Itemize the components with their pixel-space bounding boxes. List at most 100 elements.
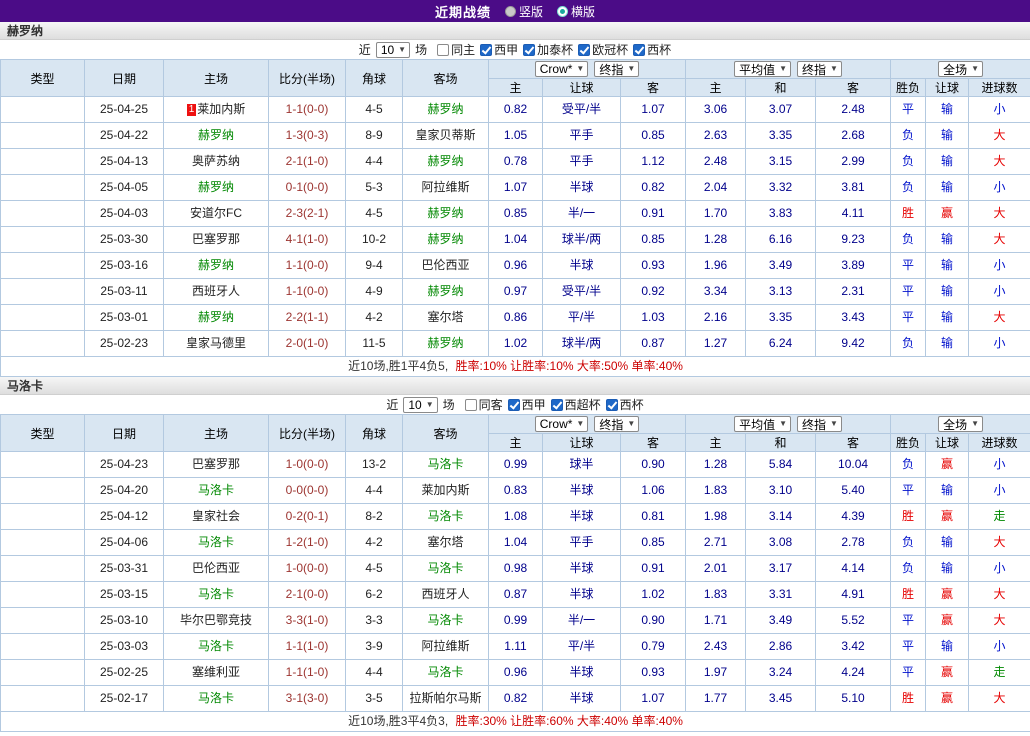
cell-score: 0-0(0-0) xyxy=(268,477,346,504)
radio-selected-icon xyxy=(557,5,568,17)
col-header-score: 比分(半场) xyxy=(268,414,346,452)
cell-score: 1-1(0-0) xyxy=(268,96,346,123)
chevron-down-icon: ▼ xyxy=(971,64,980,73)
avg-group-header: 平均值 ▼ 终指 ▼ xyxy=(685,59,892,79)
cell-avg-draw: 3.17 xyxy=(745,555,817,582)
odds-group-header: Crow* ▼ 终指 ▼ xyxy=(487,414,687,434)
radio-horizontal-label: 横版 xyxy=(571,4,596,19)
final-odds-select[interactable]: 终指 ▼ xyxy=(594,416,640,432)
chevron-down-icon: ▼ xyxy=(971,419,980,428)
col-header-date: 日期 xyxy=(84,414,164,452)
cell-avg-home: 2.71 xyxy=(685,529,747,556)
chevron-down-icon: ▼ xyxy=(398,44,407,54)
col-header-avg-draw: 和 xyxy=(745,433,817,452)
final-odds-select[interactable]: 终指 ▼ xyxy=(797,61,842,77)
average-select-value: 平均值 xyxy=(739,62,776,77)
cell-goals-result: 小 xyxy=(968,451,1030,478)
cell-odds-line: 平手 xyxy=(542,148,621,175)
bookmaker-select[interactable]: Crow* ▼ xyxy=(534,61,589,77)
cell-odds-home: 0.99 xyxy=(488,451,543,478)
bookmaker-select[interactable]: Crow* ▼ xyxy=(534,416,589,432)
cell-league: 西甲 xyxy=(0,581,85,608)
cell-odds-line: 半球 xyxy=(542,659,621,686)
team-name-text: 塞尔塔 xyxy=(427,310,464,324)
cell-league: 西甲 xyxy=(0,555,85,582)
col-header-goals: 进球数 xyxy=(968,78,1030,97)
final-odds-select[interactable]: 终指 ▼ xyxy=(594,61,640,77)
cell-odds-away: 1.07 xyxy=(619,96,687,123)
cell-away-team: 赫罗纳 xyxy=(402,226,489,253)
team-name: 马洛卡 xyxy=(7,379,44,393)
cell-odds-away: 1.02 xyxy=(619,581,687,608)
cell-handicap-result: 输 xyxy=(925,304,970,331)
cell-avg-draw: 3.24 xyxy=(745,659,817,686)
cell-avg-draw: 6.24 xyxy=(745,330,817,357)
cell-home-team: 西班牙人 xyxy=(163,278,269,305)
checkbox-competition[interactable]: 加泰杯 xyxy=(523,41,573,58)
cell-odds-home: 0.99 xyxy=(488,607,543,634)
checkbox-same-away[interactable]: 同客 xyxy=(464,396,503,413)
cell-date: 25-04-05 xyxy=(84,174,164,201)
cell-avg-draw: 3.31 xyxy=(745,581,817,608)
fulltime-select[interactable]: 全场 ▼ xyxy=(938,416,984,432)
checkbox-competition[interactable]: 西杯 xyxy=(633,41,671,58)
checkbox-same-home[interactable]: 同主 xyxy=(437,41,475,58)
team-section-home: 赫罗纳 近 10 ▼ 场 同主 西甲 加泰杯 欧冠杯 西杯 类型 日期 主场 比分(半场… xyxy=(0,22,1030,377)
cell-odds-home: 1.11 xyxy=(488,633,543,660)
results-body: 西甲 25-04-25 1 莱加内斯 1-1(0-0) 4-5 赫罗纳 0.82 受平/半 1.0… xyxy=(0,96,1030,357)
cell-avg-draw: 3.45 xyxy=(745,685,817,712)
checkbox-competition[interactable]: 欧冠杯 xyxy=(578,41,628,58)
fulltime-select[interactable]: 全场 ▼ xyxy=(938,61,984,77)
col-header-avg-home: 主 xyxy=(685,78,747,97)
table-row: 西甲 25-03-03 马洛卡 1-1(1-0) 3-9 阿拉维斯 1.11 平/半 0.79 2… xyxy=(0,633,1030,660)
team-name-text: 莱加内斯 xyxy=(197,102,246,116)
cell-score: 3-3(1-0) xyxy=(268,607,346,634)
cell-handicap-result: 输 xyxy=(925,148,970,175)
final-odds-select[interactable]: 终指 ▼ xyxy=(797,416,842,432)
cell-result: 胜 xyxy=(890,685,927,712)
cell-avg-away: 9.42 xyxy=(815,330,892,357)
cell-odds-away: 0.81 xyxy=(619,503,687,530)
cell-goals-result: 大 xyxy=(968,685,1030,712)
cell-odds-home: 0.96 xyxy=(488,252,543,279)
cell-date: 25-02-17 xyxy=(84,685,164,712)
team-name-text: 马洛卡 xyxy=(197,587,234,601)
cell-odds-away: 0.90 xyxy=(619,607,687,634)
cell-corners: 4-4 xyxy=(345,659,403,686)
cell-league: 西甲 xyxy=(0,477,85,504)
cell-odds-home: 0.97 xyxy=(488,278,543,305)
match-count-select[interactable]: 10 ▼ xyxy=(403,396,438,413)
cell-result: 胜 xyxy=(890,581,927,608)
team-name-text: 赫罗纳 xyxy=(427,336,464,350)
average-select[interactable]: 平均值 ▼ xyxy=(734,416,792,432)
cell-odds-home: 0.82 xyxy=(488,96,543,123)
average-select-value: 平均值 xyxy=(739,417,776,432)
cell-date: 25-02-25 xyxy=(84,659,164,686)
checkbox-competition[interactable]: 西甲 xyxy=(507,396,546,413)
col-header-odds-line: 让球 xyxy=(542,78,621,97)
cell-corners: 5-3 xyxy=(345,174,403,201)
cell-date: 25-04-03 xyxy=(84,200,164,227)
average-select[interactable]: 平均值 ▼ xyxy=(734,61,792,77)
team-name-text: 马洛卡 xyxy=(427,613,464,627)
cell-avg-draw: 5.84 xyxy=(745,451,817,478)
cell-odds-away: 0.85 xyxy=(619,226,687,253)
layout-radio-horizontal[interactable]: 横版 xyxy=(557,3,595,20)
cell-avg-home: 2.04 xyxy=(685,174,747,201)
cell-odds-home: 0.82 xyxy=(488,685,543,712)
checkbox-competition[interactable]: 西超杯 xyxy=(550,396,601,413)
table-row: 西甲 25-02-23 皇家马德里 2-0(1-0) 11-5 赫罗纳 1.02 球半/两 0.… xyxy=(0,330,1030,357)
cell-league: 西甲 xyxy=(0,503,85,530)
cell-home-team: 赫罗纳 xyxy=(163,252,269,279)
cell-corners: 4-5 xyxy=(345,200,403,227)
match-count-select[interactable]: 10 ▼ xyxy=(375,41,411,58)
checkbox-competition[interactable]: 西杯 xyxy=(605,396,644,413)
cell-goals-result: 小 xyxy=(968,330,1030,357)
checkbox-competition[interactable]: 西甲 xyxy=(480,41,518,58)
cell-odds-line: 平手 xyxy=(542,529,621,556)
layout-radio-vertical[interactable]: 竖版 xyxy=(504,3,543,20)
checkbox-checked-icon xyxy=(550,398,563,411)
col-header-away: 客场 xyxy=(402,59,489,97)
final-odds-select-value: 终指 xyxy=(599,417,624,432)
checkbox-checked-icon xyxy=(507,398,520,411)
